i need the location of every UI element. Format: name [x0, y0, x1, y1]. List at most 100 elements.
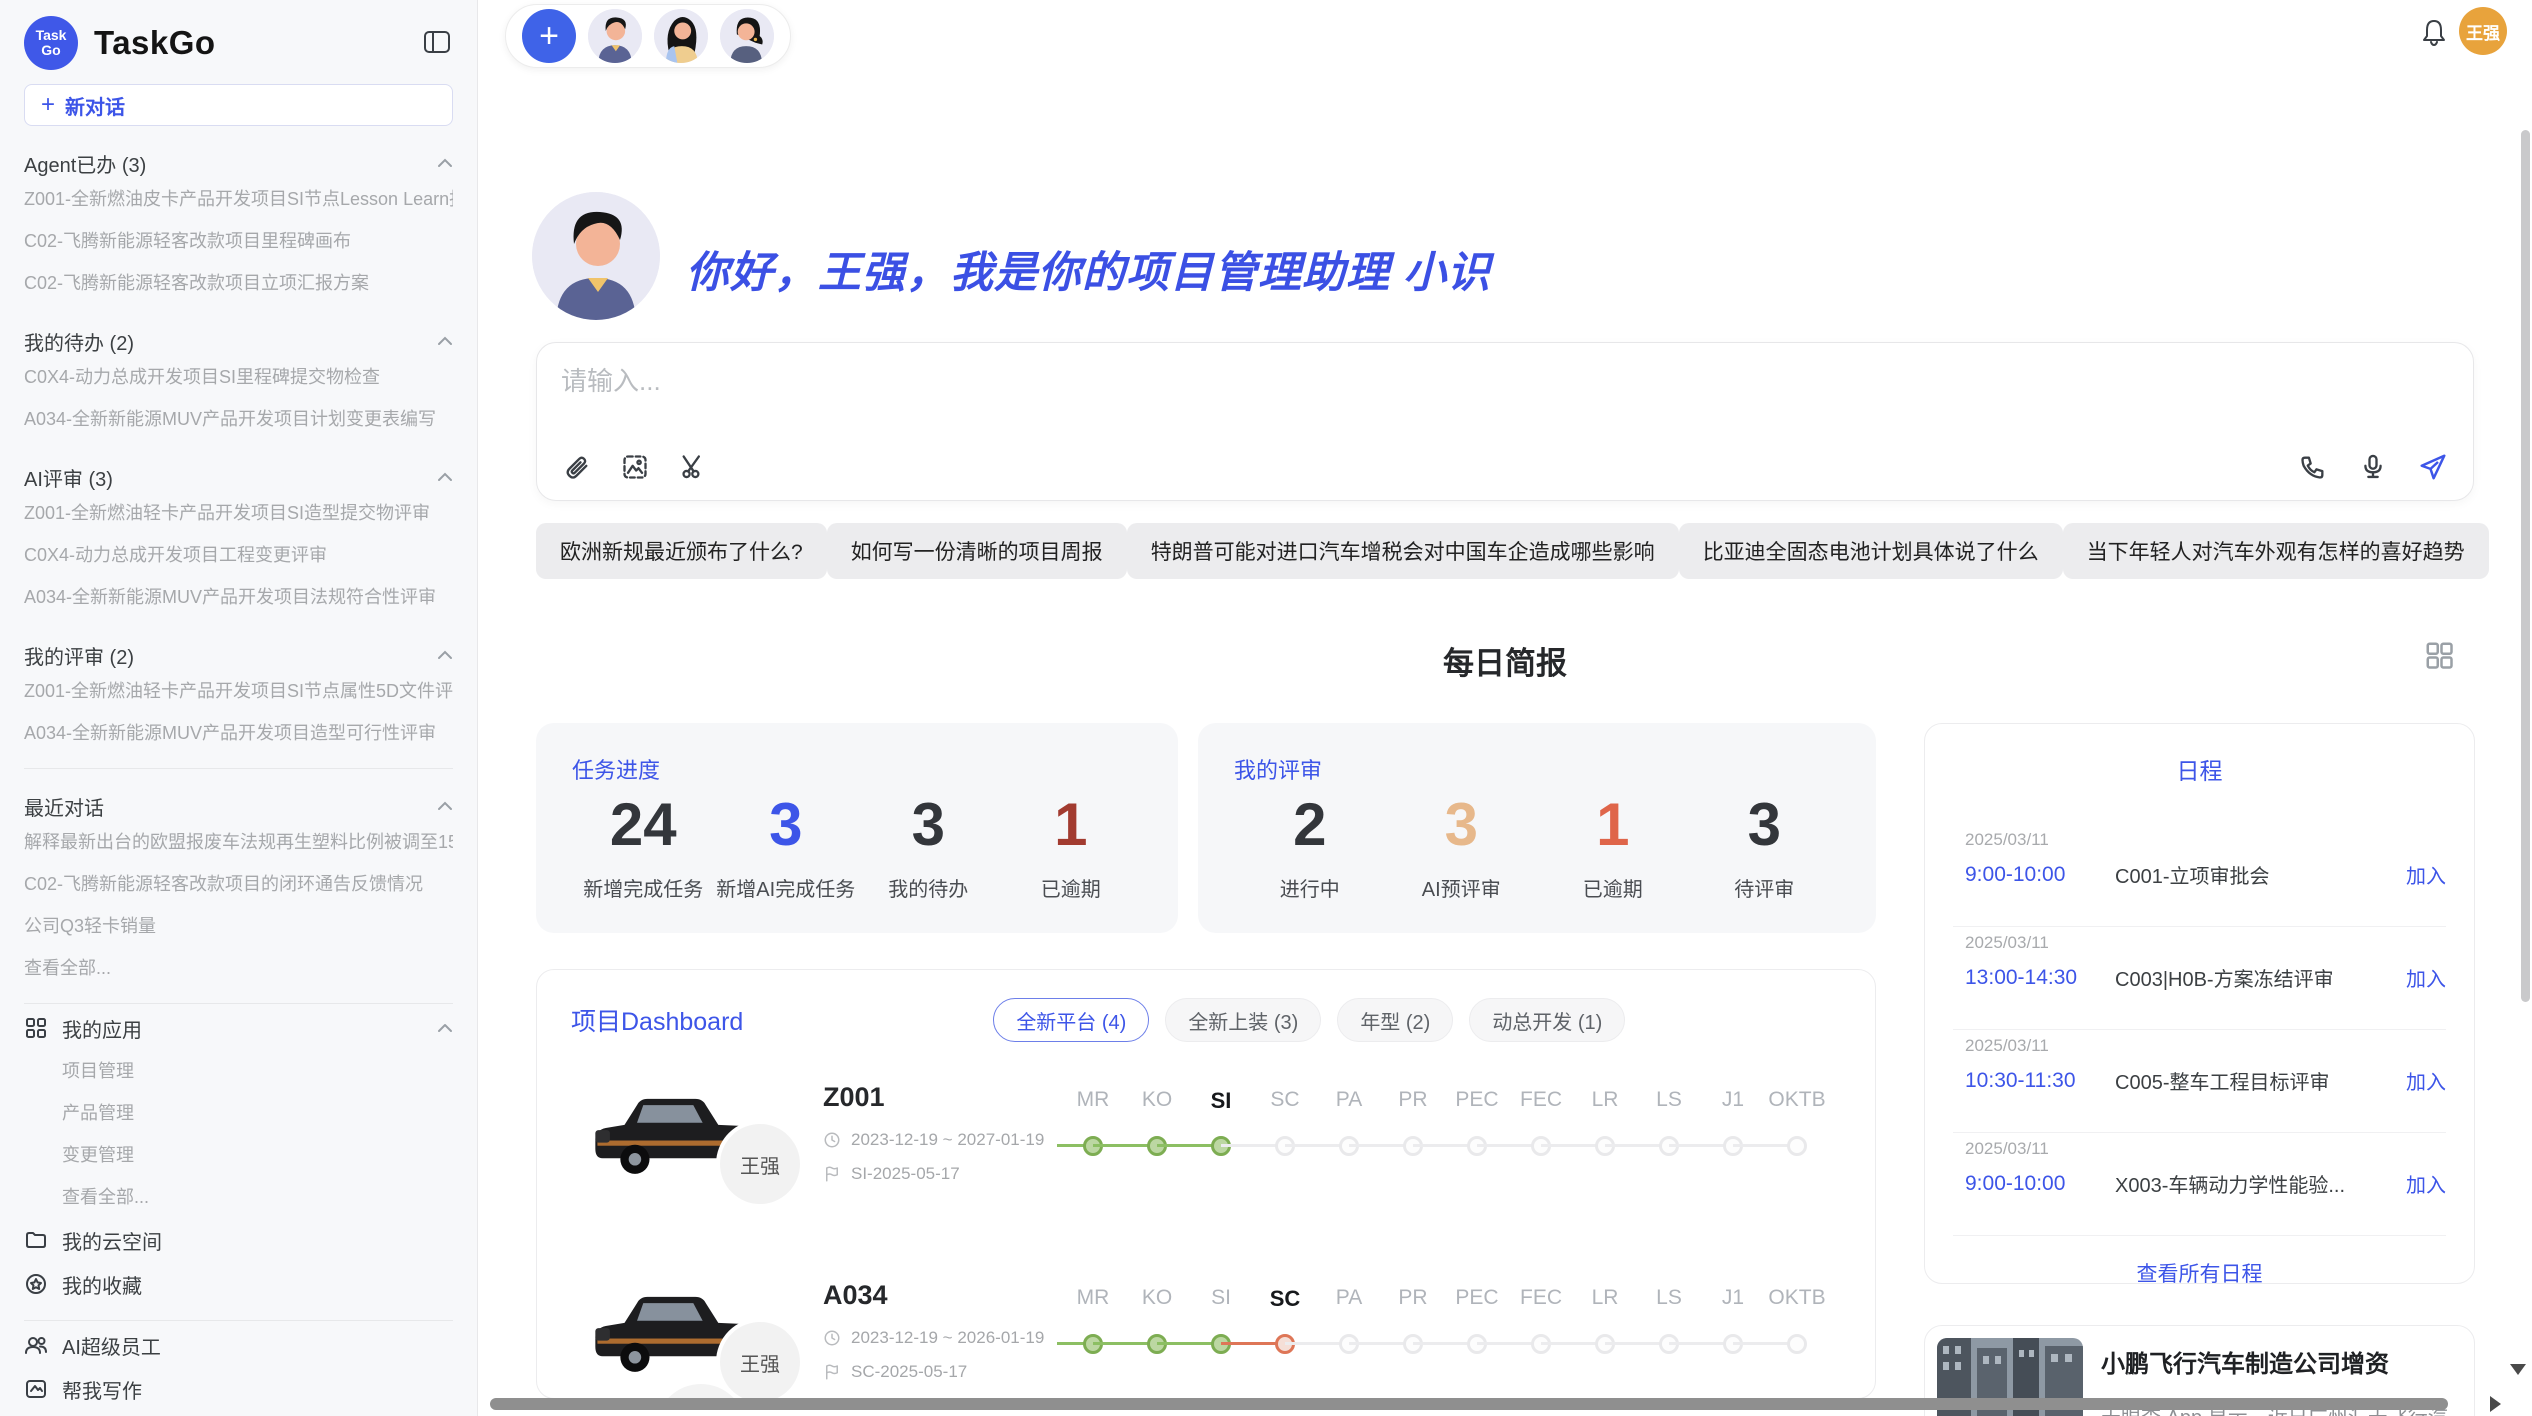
section-header-tasks3[interactable]: 我的评审 (2)	[24, 640, 453, 670]
recent-item-3[interactable]: 查看全部...	[24, 947, 453, 989]
dashboard-tab-3[interactable]: 动总开发 (1)	[1469, 998, 1625, 1042]
section-header-tasks2[interactable]: AI评审 (3)	[24, 462, 453, 492]
vertical-scrollbar[interactable]	[2521, 130, 2530, 1002]
sidebar-item-favorites[interactable]: 我的收藏	[24, 1262, 453, 1306]
notification-bell-icon[interactable]	[2418, 16, 2450, 48]
image-upload-button[interactable]	[619, 451, 651, 483]
agent-avatar-1[interactable]	[588, 9, 642, 63]
scroll-right-arrow[interactable]	[2490, 1396, 2501, 1412]
tasks2-item-2[interactable]: A034-全新新能源MUV产品开发项目法规符合性评审	[24, 576, 453, 618]
sidebar-item-cloud-space[interactable]: 我的云空间	[24, 1218, 453, 1262]
project-row-Z001[interactable]: 王强Z0012023-12-19 ~ 2027-01-19SI-2025-05-…	[537, 1074, 1875, 1254]
tasks0-item-2[interactable]: C02-飞腾新能源轻客改款项目立项汇报方案	[24, 262, 453, 304]
view-all-schedule-link[interactable]: 查看所有日程	[1953, 1258, 2446, 1288]
sidebar-item-ai-super-staff[interactable]: AI超级员工	[24, 1323, 453, 1367]
tasks1-item-1[interactable]: A034-全新新能源MUV产品开发项目计划变更表编写	[24, 398, 453, 440]
chevron-up-icon[interactable]	[437, 158, 453, 168]
suggestion-chip-4[interactable]: 当下年轻人对汽车外观有怎样的喜好趋势	[2063, 523, 2489, 579]
my-apps-item-3[interactable]: 查看全部...	[24, 1176, 453, 1218]
add-agent-button[interactable]: +	[522, 9, 576, 63]
daily-briefing-title: 每日简报	[536, 638, 2474, 683]
schedule-event-0: 2025/03/119:00-10:00C001-立项审批会加入	[1953, 824, 2446, 927]
chevron-up-icon[interactable]	[437, 650, 453, 660]
chevron-up-icon[interactable]	[437, 472, 453, 482]
agent-avatar-2[interactable]	[654, 9, 708, 63]
my-apps-item-2[interactable]: 变更管理	[24, 1134, 453, 1176]
stat-label: AI预评审	[1386, 873, 1538, 902]
recent-item-1[interactable]: C02-飞腾新能源轻客改款项目的闭环通告反馈情况	[24, 863, 453, 905]
sidebar-item-help-me-write[interactable]: 帮我写作	[24, 1367, 453, 1411]
project-flag-milestone: SI-2025-05-17	[823, 1164, 960, 1184]
sidebar-item-my-apps[interactable]: 我的应用	[24, 1006, 453, 1050]
suggestion-chip-3[interactable]: 比亚迪全固态电池计划具体说了什么	[1679, 523, 2063, 579]
event-row: 13:00-14:30C003|H0B-方案冻结评审加入	[1965, 963, 2446, 992]
my-apps-item-0[interactable]: 项目管理	[24, 1050, 453, 1092]
suggestion-chip-0[interactable]: 欧洲新规最近颁布了什么?	[536, 523, 827, 579]
project-row-A034[interactable]: 王强A0342023-12-19 ~ 2026-01-19SC-2025-05-…	[537, 1272, 1875, 1399]
briefing-stat-cards: 任务进度24新增完成任务3新增AI完成任务3我的待办1已逾期我的评审2进行中3A…	[536, 723, 1876, 933]
event-date: 2025/03/11	[1965, 830, 2049, 850]
user-avatar[interactable]: 王强	[2459, 7, 2507, 55]
tasks2-item-0[interactable]: Z001-全新燃油轻卡产品开发项目SI造型提交物评审	[24, 492, 453, 534]
event-join-link[interactable]: 加入	[2406, 963, 2446, 992]
collapse-sidebar-icon[interactable]	[423, 30, 451, 54]
event-join-link[interactable]: 加入	[2406, 860, 2446, 889]
recent-item-2[interactable]: 公司Q3轻卡销量	[24, 905, 453, 947]
clock-icon	[823, 1131, 841, 1149]
schedule-events: 2025/03/119:00-10:00C001-立项审批会加入2025/03/…	[1953, 824, 2446, 1236]
scroll-down-arrow[interactable]	[2510, 1364, 2526, 1375]
project-code: A034	[823, 1280, 888, 1311]
dashboard-tab-1[interactable]: 全新上装 (3)	[1165, 998, 1321, 1042]
event-join-link[interactable]: 加入	[2406, 1169, 2446, 1198]
horizontal-scrollbar[interactable]	[490, 1398, 2448, 1410]
folder-icon	[24, 1228, 48, 1252]
new-chat-button[interactable]: + 新对话	[24, 84, 453, 126]
layout-grid-icon[interactable]	[2424, 640, 2454, 670]
milestone-label-LS: LS	[1637, 1286, 1701, 1310]
attachment-button[interactable]	[561, 451, 593, 483]
suggestion-chip-2[interactable]: 特朗普可能对进口汽车增税会对中国车企造成哪些影响	[1127, 523, 1679, 579]
microphone-button[interactable]	[2357, 451, 2389, 483]
dashboard-tab-2[interactable]: 年型 (2)	[1337, 998, 1453, 1042]
chevron-up-icon[interactable]	[437, 336, 453, 346]
recent-item-0[interactable]: 解释最新出台的欧盟报废车法规再生塑料比例被调至15%...	[24, 821, 453, 863]
schedule-event-1: 2025/03/1113:00-14:30C003|H0B-方案冻结评审加入	[1953, 927, 2446, 1030]
tasks2-item-1[interactable]: C0X4-动力总成开发项目工程变更评审	[24, 534, 453, 576]
project-date-range: 2023-12-19 ~ 2027-01-19	[823, 1130, 1044, 1150]
dashboard-tab-0[interactable]: 全新平台 (4)	[993, 998, 1149, 1042]
sidebar-item-creative-drawing[interactable]: 创意制图	[24, 1411, 453, 1416]
event-join-link[interactable]: 加入	[2406, 1066, 2446, 1095]
section-header-recent[interactable]: 最近对话	[24, 791, 453, 821]
send-button[interactable]	[2417, 451, 2449, 483]
apps-grid-icon	[24, 1016, 48, 1040]
my-apps-items: 项目管理产品管理变更管理查看全部...	[24, 1050, 453, 1218]
tasks1-item-0[interactable]: C0X4-动力总成开发项目SI里程碑提交物检查	[24, 356, 453, 398]
section-title: Agent已办 (3)	[24, 149, 146, 178]
stat-column: 1已逾期	[1000, 795, 1143, 902]
milestone-timeline: MRKOSISCPAPRPECFECLRLSJ1OKTB	[1061, 1088, 1829, 1174]
writing-icon	[24, 1377, 48, 1401]
section-header-tasks1[interactable]: 我的待办 (2)	[24, 326, 453, 356]
chat-input[interactable]	[561, 361, 2449, 448]
screenshot-button[interactable]	[677, 451, 709, 483]
flag-icon	[823, 1363, 841, 1381]
stat-value: 3	[1689, 795, 1841, 855]
project-code: Z001	[823, 1082, 885, 1113]
tasks3-item-0[interactable]: Z001-全新燃油轻卡产品开发项目SI节点属性5D文件评审	[24, 670, 453, 712]
main-content: + 王强 你好，王强，我是你的项目管理助理 小识	[478, 0, 2532, 1416]
event-title: C001-立项审批会	[2115, 860, 2269, 889]
stat-column: 1已逾期	[1537, 795, 1689, 902]
event-title: X003-车辆动力学性能验...	[2115, 1169, 2345, 1198]
schedule-title: 日程	[1953, 752, 2446, 786]
my-apps-item-1[interactable]: 产品管理	[24, 1092, 453, 1134]
agent-avatar-3[interactable]	[720, 9, 774, 63]
tasks0-item-1[interactable]: C02-飞腾新能源轻客改款项目里程碑画布	[24, 220, 453, 262]
chevron-up-icon[interactable]	[437, 1023, 453, 1033]
voice-call-button[interactable]	[2297, 451, 2329, 483]
tasks3-item-1[interactable]: A034-全新新能源MUV产品开发项目造型可行性评审	[24, 712, 453, 754]
suggestion-chip-1[interactable]: 如何写一份清晰的项目周报	[827, 523, 1127, 579]
image-icon	[621, 453, 649, 481]
chevron-up-icon[interactable]	[437, 801, 453, 811]
section-header-tasks0[interactable]: Agent已办 (3)	[24, 148, 453, 178]
tasks0-item-0[interactable]: Z001-全新燃油皮卡产品开发项目SI节点Lesson Learn报告	[24, 178, 453, 220]
